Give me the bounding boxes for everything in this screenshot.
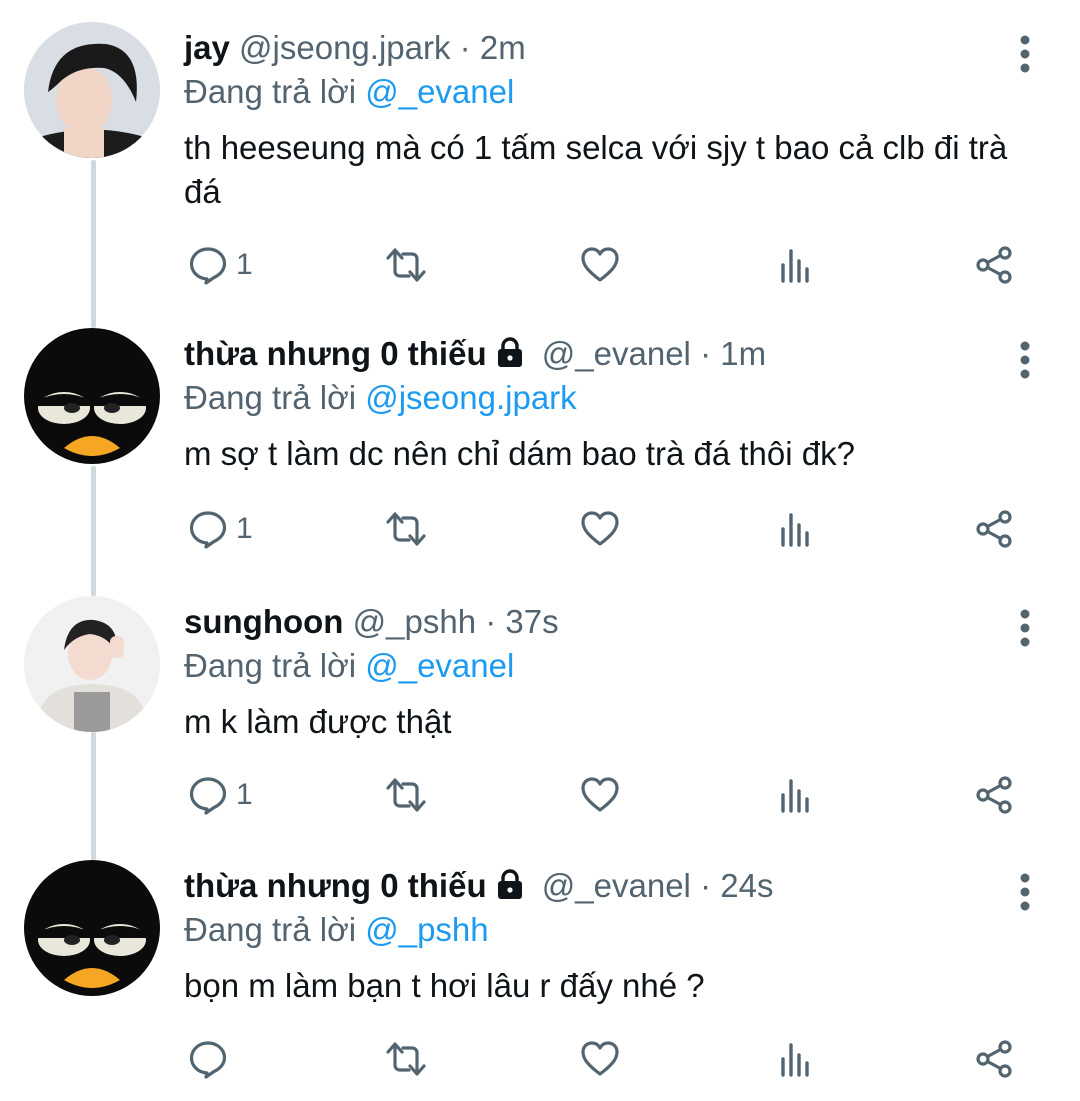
share-icon	[974, 245, 1014, 285]
like-button[interactable]	[580, 240, 620, 290]
reply-button[interactable]: 1	[188, 770, 253, 820]
timestamp[interactable]: 1m	[720, 335, 766, 372]
action-bar: 1	[184, 504, 1044, 554]
avatar[interactable]	[24, 596, 160, 732]
retweet-button[interactable]	[384, 770, 428, 820]
mention-link[interactable]: @jseong.jpark	[365, 379, 576, 416]
more-vertical-icon[interactable]	[1010, 32, 1040, 76]
reply-button[interactable]: 1	[188, 240, 253, 290]
share-icon	[974, 1039, 1014, 1079]
tweet[interactable]: thừa nhưng 0 thiếu @_evanel · 1m Đang tr…	[0, 328, 1080, 578]
like-button[interactable]	[580, 504, 620, 554]
replying-to-label: Đang trả lời	[184, 647, 357, 684]
views-button[interactable]	[778, 504, 814, 554]
reply-button[interactable]	[188, 1034, 236, 1084]
more-vertical-icon[interactable]	[1010, 870, 1040, 914]
replying-to-label: Đang trả lời	[184, 379, 357, 416]
timestamp[interactable]: 37s	[505, 603, 558, 640]
reply-count: 1	[236, 248, 253, 281]
reply-count: 1	[236, 778, 253, 811]
tweet-text: bọn m làm bạn t hơi lâu r đấy nhé ?	[184, 967, 705, 1004]
avatar[interactable]	[24, 860, 160, 996]
replying-to: Đang trả lời @_evanel	[184, 644, 514, 688]
more-vertical-icon[interactable]	[1010, 606, 1040, 650]
like-button[interactable]	[580, 770, 620, 820]
tweet[interactable]: jay @jseong.jpark · 2m Đang trả lời @_ev…	[0, 22, 1080, 302]
display-name[interactable]: jay	[184, 29, 230, 66]
views-button[interactable]	[778, 1034, 814, 1084]
reply-icon	[188, 245, 228, 285]
share-icon	[974, 775, 1014, 815]
reply-count: 1	[236, 512, 253, 545]
separator: ·	[700, 335, 712, 372]
display-name[interactable]: thừa nhưng 0 thiếu	[184, 867, 487, 904]
heart-icon	[580, 775, 620, 815]
retweet-button[interactable]	[384, 240, 428, 290]
tweet[interactable]: sunghoon @_pshh · 37s Đang trả lời @_eva…	[0, 596, 1080, 836]
more-vertical-icon[interactable]	[1010, 338, 1040, 382]
tweet-text: m sợ t làm dc nên chỉ dám bao trà đá thô…	[184, 435, 855, 472]
share-button[interactable]	[974, 240, 1014, 290]
analytics-icon	[778, 775, 814, 815]
avatar[interactable]	[24, 22, 160, 158]
display-name[interactable]: thừa nhưng 0 thiếu	[184, 335, 487, 372]
replying-to: Đang trả lời @jseong.jpark	[184, 376, 577, 420]
tweet-header: thừa nhưng 0 thiếu @_evanel · 1m	[184, 332, 766, 380]
heart-icon	[580, 509, 620, 549]
analytics-icon	[778, 1039, 814, 1079]
tweet-header: sunghoon @_pshh · 37s	[184, 600, 559, 644]
user-handle[interactable]: @jseong.jpark	[239, 29, 450, 66]
mention-link[interactable]: @_pshh	[365, 911, 488, 948]
action-bar: 1	[184, 240, 1044, 290]
user-handle[interactable]: @_pshh	[353, 603, 476, 640]
user-handle[interactable]: @_evanel	[542, 867, 691, 904]
retweet-icon	[384, 245, 428, 285]
retweet-button[interactable]	[384, 1034, 428, 1084]
avatar[interactable]	[24, 328, 160, 464]
reply-icon	[188, 509, 228, 549]
retweet-icon	[384, 775, 428, 815]
views-button[interactable]	[778, 240, 814, 290]
tweet-text: th heeseung mà có 1 tấm selca với sjy t …	[184, 129, 1008, 210]
reply-icon	[188, 775, 228, 815]
heart-icon	[580, 245, 620, 285]
replying-to-label: Đang trả lời	[184, 73, 357, 110]
reply-button[interactable]: 1	[188, 504, 253, 554]
tweet-text: m k làm được thật	[184, 703, 452, 740]
like-button[interactable]	[580, 1034, 620, 1084]
action-bar: 1	[184, 770, 1044, 820]
lock-icon	[493, 867, 527, 912]
display-name[interactable]: sunghoon	[184, 603, 343, 640]
timestamp[interactable]: 24s	[720, 867, 773, 904]
heart-icon	[580, 1039, 620, 1079]
separator: ·	[459, 29, 471, 66]
action-bar	[184, 1034, 1044, 1084]
tweet-header: jay @jseong.jpark · 2m	[184, 26, 526, 70]
mention-link[interactable]: @_evanel	[365, 647, 514, 684]
share-button[interactable]	[974, 770, 1014, 820]
retweet-button[interactable]	[384, 504, 428, 554]
timestamp[interactable]: 2m	[480, 29, 526, 66]
tweet[interactable]: thừa nhưng 0 thiếu @_evanel · 24s Đang t…	[0, 860, 1080, 1101]
replying-to: Đang trả lời @_evanel	[184, 70, 514, 114]
share-button[interactable]	[974, 504, 1014, 554]
retweet-icon	[384, 509, 428, 549]
replying-to-label: Đang trả lời	[184, 911, 357, 948]
analytics-icon	[778, 509, 814, 549]
separator: ·	[485, 603, 497, 640]
views-button[interactable]	[778, 770, 814, 820]
reply-icon	[188, 1039, 228, 1079]
user-handle[interactable]: @_evanel	[542, 335, 691, 372]
replying-to: Đang trả lời @_pshh	[184, 908, 489, 952]
tweet-header: thừa nhưng 0 thiếu @_evanel · 24s	[184, 864, 773, 912]
retweet-icon	[384, 1039, 428, 1079]
analytics-icon	[778, 245, 814, 285]
share-button[interactable]	[974, 1034, 1014, 1084]
mention-link[interactable]: @_evanel	[365, 73, 514, 110]
lock-icon	[493, 335, 527, 380]
share-icon	[974, 509, 1014, 549]
separator: ·	[700, 867, 712, 904]
